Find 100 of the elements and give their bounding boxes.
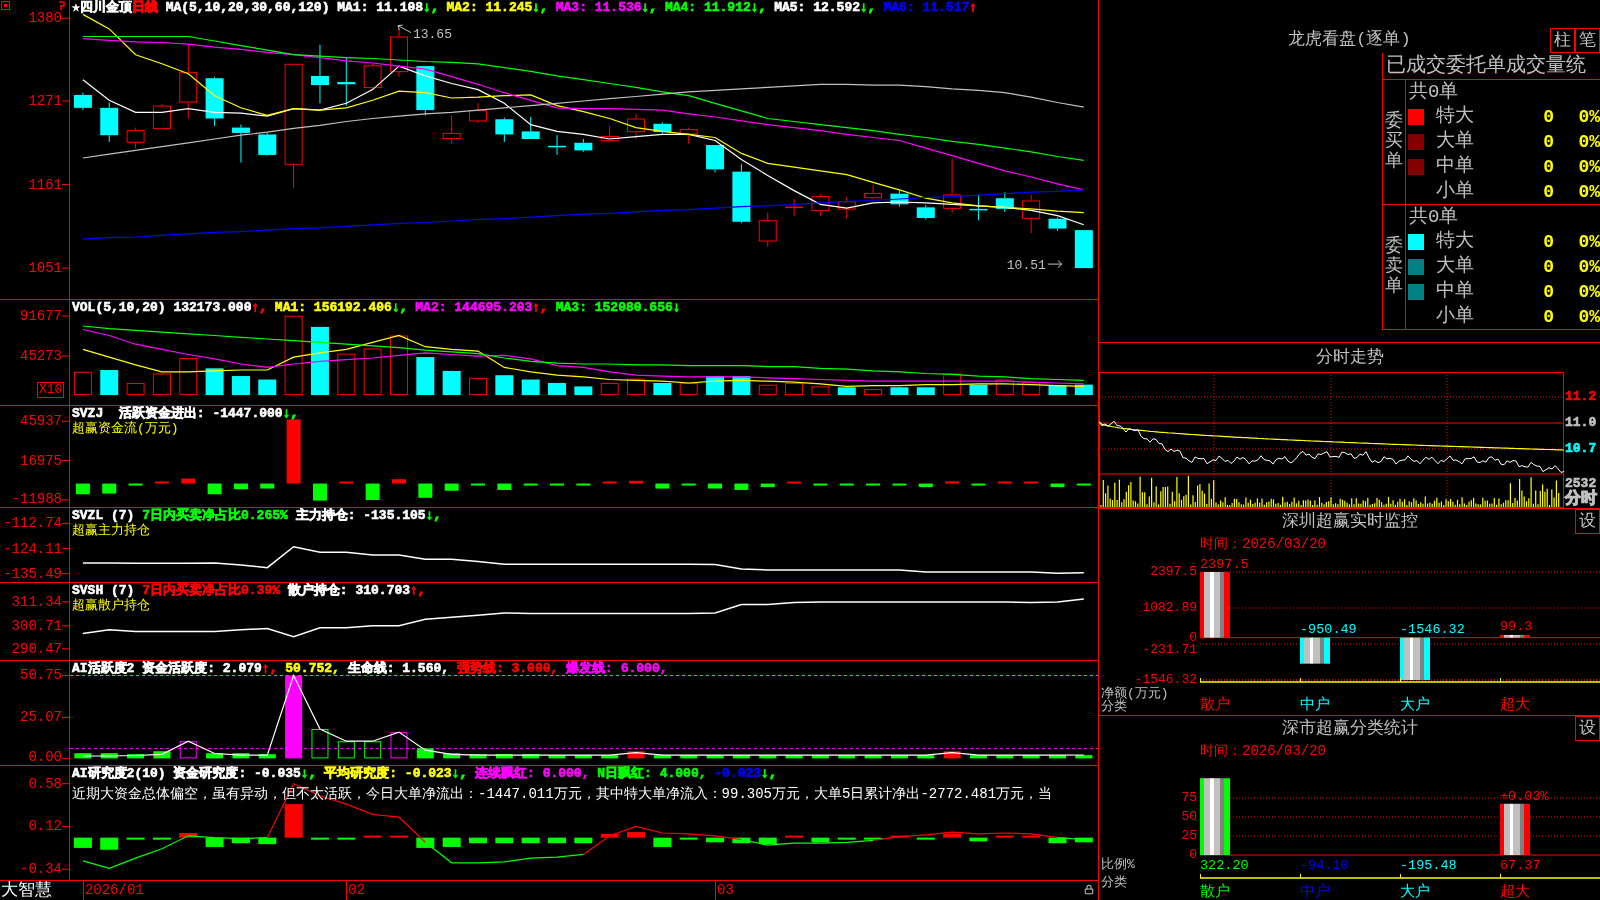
order-count: 0 [1543, 280, 1554, 303]
axis-label: 11.0 [1565, 416, 1597, 430]
header-text: ★四川金顶 [72, 0, 132, 15]
category-label: 大户 [1400, 696, 1430, 714]
candle [943, 157, 962, 214]
header-text: ↓, [391, 300, 408, 315]
candle [864, 184, 883, 200]
header-text: VOL(5,10,20) 132173.000 [72, 300, 252, 315]
candle [231, 124, 250, 164]
axis-label: 0.58 [27, 776, 62, 791]
axis-label: 10.7 [1565, 442, 1597, 456]
axis-label: 1051 [27, 261, 62, 276]
candle [916, 204, 935, 220]
candle [969, 193, 988, 221]
order-count: 0 [1543, 256, 1554, 279]
value-label: -1546.32 [1400, 622, 1465, 638]
order-total: 共0单 [1408, 205, 1459, 230]
order-count: 0 [1543, 231, 1554, 254]
candle [390, 29, 408, 78]
order-total: 共0单 [1408, 80, 1459, 105]
order-share: 0% [1578, 256, 1600, 279]
header-text: 7日内买卖净占比0.265% [142, 508, 288, 523]
header-text: ↑ [969, 0, 978, 15]
candle [205, 76, 224, 127]
settings-button[interactable]: 设 [1575, 716, 1600, 741]
header-text: ↓, [300, 766, 317, 781]
panel-title: 深圳超赢实时监控 [1281, 511, 1418, 533]
header-text: MA4: 11.912 [663, 0, 751, 15]
axis-label: -1546.32 [1134, 672, 1197, 688]
date-label: 02 [348, 881, 366, 900]
axis-label: 0.12 [27, 819, 62, 834]
value-label: 99.3 [1500, 619, 1533, 635]
axis-label: 300.71 [10, 618, 62, 633]
header-text: ↓, [282, 406, 299, 421]
candle [600, 125, 619, 143]
axis-label: -231.71 [1142, 642, 1197, 658]
header-text: MA3: 152080.656 [554, 300, 673, 315]
candle [627, 113, 646, 140]
table-title: 已成交委托单成交量统 [1383, 53, 1600, 80]
arrow-icon [397, 24, 412, 34]
amount-label: -94.10 [1300, 857, 1349, 873]
candle [469, 102, 487, 124]
axis-label: -0.34 [19, 862, 62, 877]
axis-label: 16975 [19, 453, 62, 468]
candle [679, 127, 698, 145]
header-text: ↓, [425, 508, 442, 523]
candle [653, 121, 672, 135]
candle [574, 138, 593, 153]
axis-title: 比例% [1101, 857, 1135, 873]
date-label: 2026/01 [84, 881, 144, 900]
order-size-label: 大单 [1436, 255, 1474, 278]
brand-label: 大智慧 [0, 881, 52, 900]
axis-label: -11988 [10, 492, 62, 506]
question-mark-icon [58, 1, 65, 11]
amount-label: 67.37 [1500, 857, 1541, 873]
axis-label: 分时 [1565, 490, 1597, 508]
axis-label: 25.07 [19, 710, 62, 725]
order-size-label: 特大 [1436, 230, 1474, 253]
header-text: AI活跃度2 资金活跃度: 2.079 [72, 661, 262, 676]
group-label: 委买单 [1385, 112, 1403, 172]
header-text: SVZJ 活跃资金进出: -1447.000 [72, 406, 283, 421]
indicator-name: 超赢资金流(万元) [72, 421, 179, 436]
order-size-label: 中单 [1436, 279, 1474, 302]
lock-icon [1084, 884, 1094, 895]
header-text: 平均研究度: -0.023 [323, 766, 452, 781]
candle [495, 117, 514, 143]
header-text: ↓, [761, 766, 777, 781]
header-text: ↓, [532, 0, 548, 15]
header-text: ↓, [423, 0, 439, 15]
candle [758, 212, 777, 248]
axis-label: 91677 [19, 308, 62, 323]
order-share: 0% [1578, 231, 1600, 254]
axis-label: 1082.89 [1142, 600, 1197, 616]
order-count: 0 [1543, 180, 1554, 203]
header-text: 爆发线: 6.000, [565, 661, 668, 676]
candle [548, 134, 566, 156]
group-label: 委卖单 [1385, 237, 1403, 297]
timestamp: 时间：2026/03/20 [1200, 743, 1326, 759]
order-share: 0% [1578, 305, 1600, 328]
header-text: AI研究度2(10) 资金研究度: -0.035 [72, 766, 301, 781]
settings-button[interactable]: 设 [1575, 509, 1600, 534]
header-text: 7日内买卖净占比0.39% [142, 583, 281, 598]
view-toggle-button[interactable]: 笔 [1575, 28, 1600, 53]
axis-label: 0 [1189, 847, 1197, 863]
header-text: ↓, [860, 0, 876, 15]
axis-title: 分类 [1101, 875, 1127, 891]
axis-label: 45937 [19, 414, 62, 429]
candle [1074, 229, 1093, 269]
header-text: 50.752, [284, 661, 340, 676]
header-text: 散户持仓: 310.703 [286, 583, 411, 598]
category-label: 中户 [1300, 696, 1330, 714]
order-size-label: 大单 [1436, 130, 1474, 153]
view-toggle-button[interactable]: 柱 [1550, 28, 1575, 53]
square-icon [1, 1, 10, 10]
order-share: 0% [1578, 106, 1600, 129]
panel-title: 深市超赢分类统计 [1281, 718, 1418, 740]
category-label: 超大 [1500, 696, 1530, 714]
header-text: SVSH (7) [72, 583, 136, 598]
header-text: ↓ [672, 300, 681, 315]
candle [706, 144, 725, 173]
